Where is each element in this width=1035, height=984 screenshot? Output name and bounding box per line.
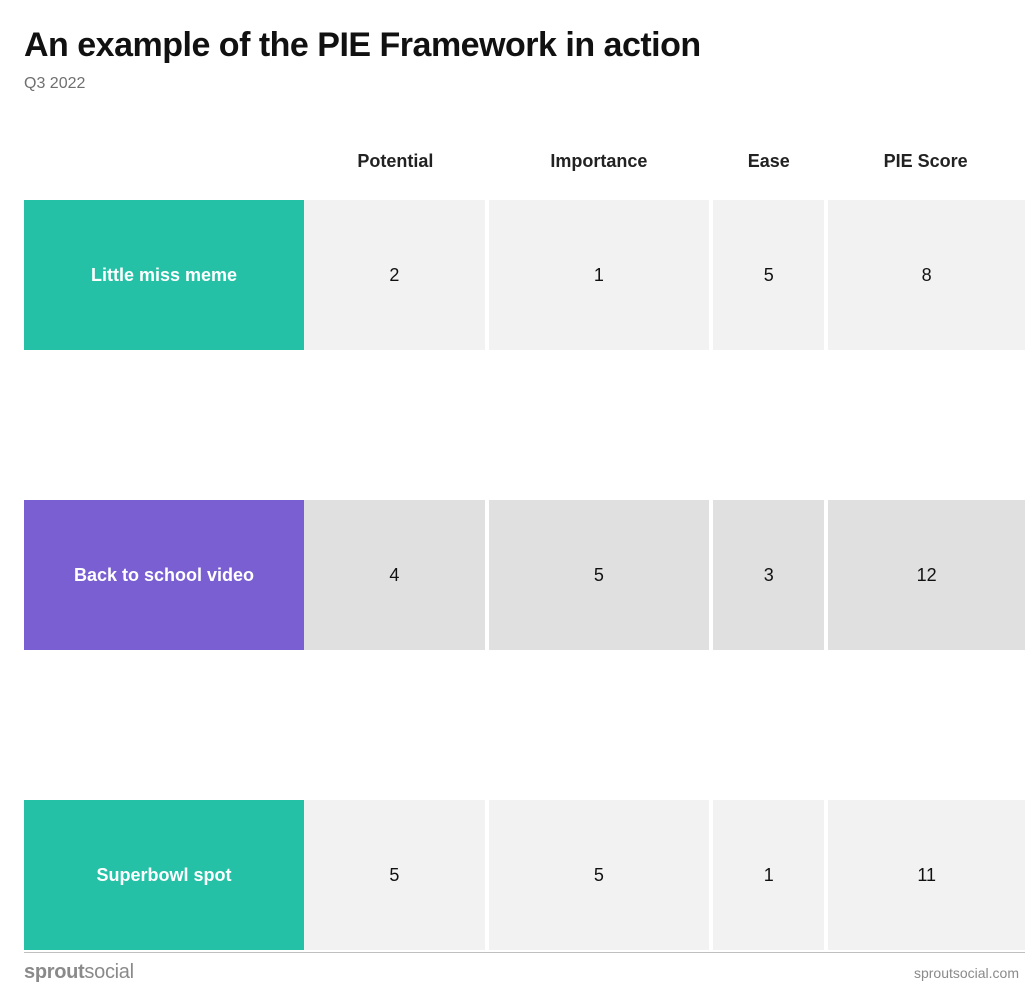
- brand-rest: social: [84, 961, 133, 983]
- row-name: Little miss meme: [24, 200, 304, 350]
- cell-value: 1: [711, 800, 826, 950]
- cell-value: 8: [826, 200, 1025, 350]
- column-header: Ease: [711, 139, 826, 200]
- column-header: PIE Score: [826, 139, 1025, 200]
- table-row: Superbowl spot 5 5 1 11: [24, 800, 1025, 950]
- cell-value: 1: [487, 200, 711, 350]
- cell-value: 5: [487, 500, 711, 650]
- chart-title: An example of the PIE Framework in actio…: [24, 26, 1025, 65]
- cell-value: 12: [826, 500, 1025, 650]
- brand-logo: sproutsocial: [24, 961, 134, 984]
- table-header-row: Potential Importance Ease PIE Score: [24, 139, 1025, 200]
- row-name: Superbowl spot: [24, 800, 304, 950]
- cell-value: 5: [487, 800, 711, 950]
- table-row: Little miss meme 2 1 5 8: [24, 200, 1025, 350]
- cell-value: 2: [304, 200, 487, 350]
- cell-value: 5: [304, 800, 487, 950]
- cell-value: 3: [711, 500, 826, 650]
- cell-value: 11: [826, 800, 1025, 950]
- row-name: Back to school video: [24, 500, 304, 650]
- pie-table: Potential Importance Ease PIE Score Litt…: [24, 139, 1025, 950]
- column-header-rowname: [24, 139, 304, 200]
- brand-bold: sprout: [24, 961, 84, 983]
- column-header: Potential: [304, 139, 487, 200]
- chart-subtitle: Q3 2022: [24, 75, 1025, 93]
- cell-value: 4: [304, 500, 487, 650]
- site-url: sproutsocial.com: [914, 965, 1019, 981]
- column-header: Importance: [487, 139, 711, 200]
- table-row: Back to school video 4 5 3 12: [24, 500, 1025, 650]
- cell-value: 5: [711, 200, 826, 350]
